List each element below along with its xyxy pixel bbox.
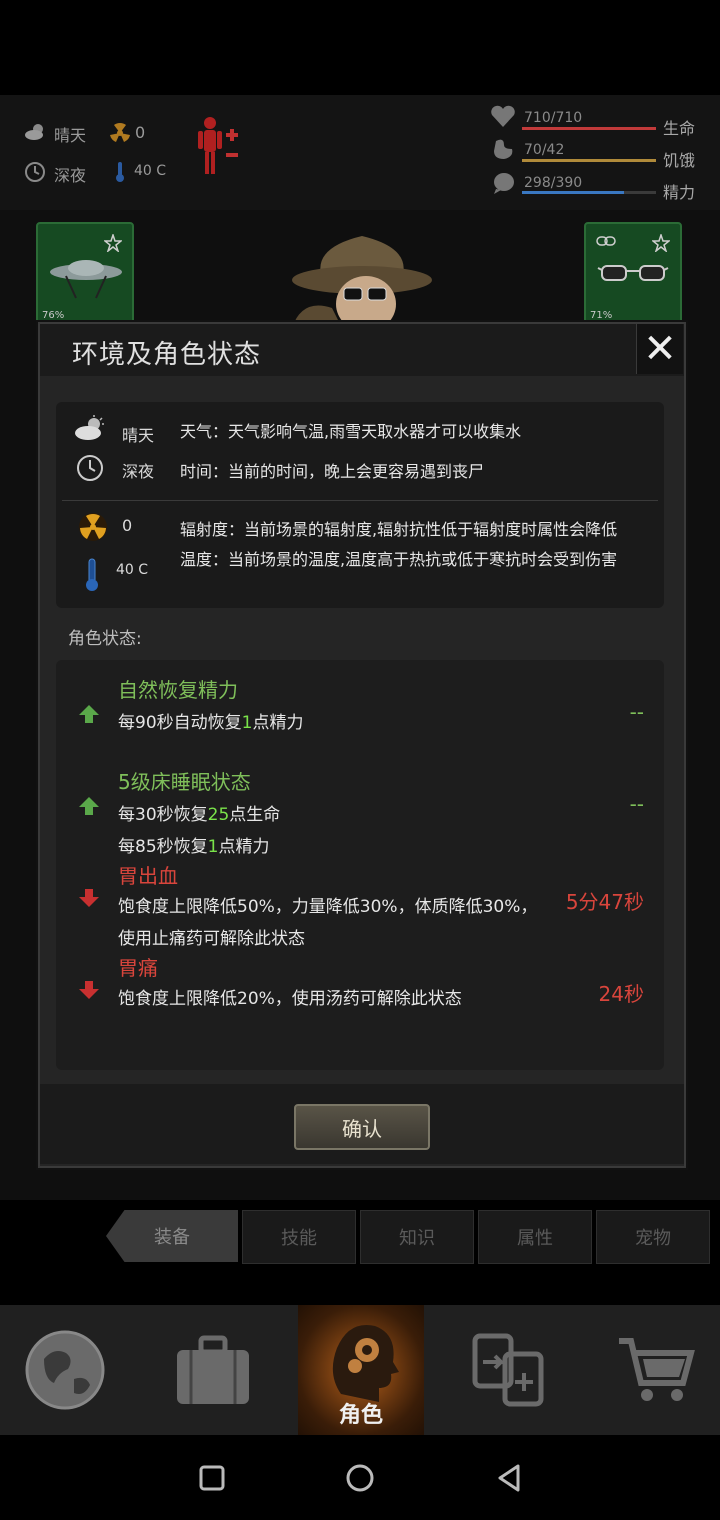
debuff-down-arrow-icon: [79, 889, 99, 907]
energy-icon: [494, 173, 514, 194]
nav-character-label: 角色: [338, 1403, 383, 1428]
hunger-bar: [522, 159, 656, 162]
temperature-desc: 温度：当前场景的温度,温度高于热抗或低于寒抗时会受到伤害: [180, 550, 618, 569]
status-desc: 每90秒自动恢复1点精力: [118, 713, 304, 733]
radiation-desc: 辐射度：当前场景的辐射度,辐射抗性低于辐射度时属性会降低: [180, 520, 618, 539]
confirm-button[interactable]: 确认: [294, 1104, 430, 1150]
hat-item-icon: [50, 260, 122, 299]
thermometer-icon: [86, 558, 98, 591]
top-status-bar: 晴天 0 深夜 40 C 710/710 生命 70/42 饥饿 298/390…: [0, 95, 720, 210]
hp-value: 710/710: [524, 110, 583, 126]
tab-skills[interactable]: 技能: [242, 1210, 356, 1264]
clock-icon: [25, 162, 45, 182]
globe-icon: [25, 1330, 105, 1410]
weather-sunny-cloudy-icon: [25, 124, 43, 140]
energy-label: 精力: [663, 183, 696, 202]
thermometer-icon: [116, 162, 124, 182]
status-time: --: [629, 700, 644, 724]
character-portrait: [292, 236, 432, 328]
back-icon[interactable]: [496, 1463, 522, 1493]
status-desc: 每85秒恢复1点精力: [118, 837, 270, 857]
hunger-value: 70/42: [524, 142, 565, 158]
status-time: --: [629, 792, 644, 816]
status-title: 胃痛: [118, 956, 158, 980]
nav-character[interactable]: 角色: [298, 1305, 424, 1435]
hp-label: 生命: [663, 119, 696, 138]
role-status-label: 角色状态:: [68, 629, 142, 649]
exchange-icon: [472, 1333, 544, 1407]
status-title: 自然恢复精力: [118, 678, 238, 702]
dialog-footer: 确认: [40, 1084, 684, 1164]
nav-inventory[interactable]: [148, 1305, 278, 1435]
head-gears-icon: [332, 1324, 399, 1402]
weather-label: 晴天: [122, 426, 155, 445]
debuff-down-arrow-icon: [79, 981, 99, 999]
tab-knowledge[interactable]: 知识: [360, 1210, 474, 1264]
temperature-label: 40 C: [116, 562, 149, 578]
status-desc: 每30秒恢复25点生命: [118, 805, 281, 825]
divider: [62, 500, 658, 501]
energy-bar-fill: [522, 191, 624, 194]
dialog-header: 环境及角色状态 ✕: [40, 324, 684, 376]
stomach-icon: [494, 139, 513, 159]
close-icon: ✕: [643, 326, 677, 372]
heart-icon: [491, 105, 515, 127]
close-button[interactable]: ✕: [636, 324, 683, 374]
energy-bar: [522, 191, 656, 194]
shopping-cart-icon: [619, 1338, 695, 1401]
hunger-bar-fill: [522, 159, 656, 162]
hp-bar-fill: [522, 127, 656, 130]
nav-shop[interactable]: [590, 1305, 720, 1435]
body-status-icon[interactable]: [196, 115, 244, 179]
equip-durability: 76%: [42, 310, 65, 321]
star-icon: [104, 234, 122, 252]
status-time: 24秒: [598, 982, 644, 1006]
equip-slot-glasses[interactable]: 71%: [584, 222, 682, 326]
hp-bar: [522, 127, 656, 130]
time-text: 深夜: [54, 166, 87, 185]
link-icon: [596, 236, 616, 246]
energy-value: 298/390: [524, 175, 583, 191]
weather-text: 晴天: [54, 126, 87, 145]
radiation-icon: [110, 123, 130, 142]
environment-panel: 晴天 天气：天气影响气温,雨雪天取水器才可以收集水 深夜 时间：当前的时间，晚上…: [56, 402, 664, 608]
tab-attributes[interactable]: 属性: [478, 1210, 592, 1264]
hunger-label: 饥饿: [663, 151, 696, 170]
status-time: 5分47秒: [565, 890, 644, 914]
tab-pets[interactable]: 宠物: [596, 1210, 710, 1264]
role-status-panel: 自然恢复精力 每90秒自动恢复1点精力 -- 5级床睡眠状态 每30秒恢复25点…: [56, 660, 664, 1070]
buff-up-arrow-icon: [79, 705, 99, 723]
status-title: 胃出血: [118, 864, 178, 888]
weather-sunny-cloudy-icon: [75, 415, 104, 440]
equip-slot-hat[interactable]: 76%: [36, 222, 134, 326]
system-navigation-bar: [0, 1435, 720, 1520]
bottom-nav: 角色: [0, 1305, 720, 1435]
game-screen: 晴天 0 深夜 40 C 710/710 生命 70/42 饥饿 298/390…: [0, 0, 720, 1520]
radiation-label: 0: [122, 516, 133, 535]
tab-equipment[interactable]: 装备: [106, 1210, 238, 1262]
status-dialog: 环境及角色状态 ✕ 晴天 天气：天气影响气温,雨雪天取水器才可以收集水 深夜 时…: [38, 322, 686, 1168]
status-title: 5级床睡眠状态: [118, 770, 251, 794]
star-icon: [652, 234, 670, 252]
time-desc: 时间：当前的时间，晚上会更容易遇到丧尸: [180, 462, 485, 481]
nav-world-map[interactable]: [0, 1305, 130, 1435]
recent-apps-icon[interactable]: [199, 1465, 225, 1491]
status-desc: 使用止痛药可解除此状态: [118, 929, 305, 949]
weather-desc: 天气：天气影响气温,雨雪天取水器才可以收集水: [180, 422, 522, 441]
dialog-title: 环境及角色状态: [72, 340, 262, 370]
nav-crafting[interactable]: [444, 1305, 574, 1435]
radiation-text: 0: [135, 123, 146, 142]
home-icon[interactable]: [345, 1463, 375, 1493]
status-desc: 饱食度上限降低20%，使用汤药可解除此状态: [118, 989, 462, 1009]
time-label: 深夜: [122, 462, 155, 481]
suitcase-icon: [177, 1335, 249, 1404]
clock-icon: [77, 455, 103, 481]
equip-durability: 71%: [590, 310, 613, 321]
buff-up-arrow-icon: [79, 797, 99, 815]
status-desc: 饱食度上限降低50%，力量降低30%，体质降低30%，: [118, 897, 538, 917]
radiation-icon: [79, 513, 107, 541]
temperature-text: 40 C: [134, 163, 167, 179]
glasses-item-icon: [597, 265, 669, 281]
